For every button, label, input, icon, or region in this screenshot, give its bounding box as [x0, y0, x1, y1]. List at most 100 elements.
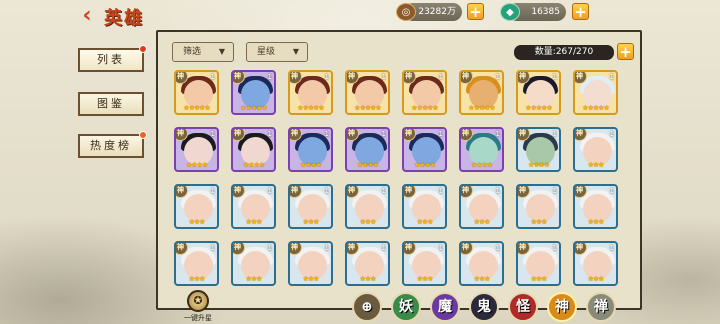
star-rating: ★★★★: [185, 161, 208, 169]
hero-card[interactable]: 神 1 ★★★★★: [402, 70, 447, 115]
hero-level: 1: [324, 130, 329, 138]
hero-card[interactable]: 神 1 ★★★: [288, 241, 333, 286]
hero-level: 1: [438, 187, 443, 195]
hero-card[interactable]: 神 1 ★★★: [459, 241, 504, 286]
filter-dropdown[interactable]: 筛选 ▼: [172, 42, 234, 62]
hero-card[interactable]: 神 1 ★★★: [402, 184, 447, 229]
race-tab-guai[interactable]: 怪: [508, 292, 538, 322]
flame-icon: [139, 131, 147, 139]
tab-list[interactable]: 列表: [78, 45, 147, 72]
hero-card[interactable]: 神 1 ★★★★: [459, 127, 504, 172]
hero-level: 1: [495, 244, 500, 252]
hero-level: 1: [438, 73, 443, 81]
tab-popularity[interactable]: 热度榜: [78, 131, 147, 158]
caret-down-icon: ▼: [292, 47, 299, 56]
filter-label: 筛选: [183, 47, 202, 57]
star-rating: ★★★: [416, 275, 434, 283]
hero-card[interactable]: 神 1 ★★★★: [174, 127, 219, 172]
coin-icon: ◎: [396, 3, 416, 21]
hero-card[interactable]: 神 1 ★★★: [573, 184, 618, 229]
star-rating: ★★★★★: [525, 104, 552, 112]
star-rating: ★★★: [359, 218, 377, 226]
hero-card[interactable]: 神 1 ★★★★: [345, 127, 390, 172]
hero-card[interactable]: 神 1 ★★★★: [288, 127, 333, 172]
all-races-icon: ⊕: [361, 299, 373, 315]
hero-card[interactable]: 神 1 ★★★★★: [231, 70, 276, 115]
hero-level: 1: [552, 187, 557, 195]
star-rating: ★★★: [473, 275, 491, 283]
hero-card[interactable]: 神 1 ★★★: [573, 127, 618, 172]
jade-icon: ◆: [500, 3, 520, 21]
star-rating: ★★★★★: [411, 104, 438, 112]
hero-card[interactable]: 神 1 ★★★: [459, 184, 504, 229]
hero-card[interactable]: 神 1 ★★★: [345, 241, 390, 286]
hero-card[interactable]: 神 1 ★★★: [573, 241, 618, 286]
hero-card[interactable]: 神 1 ★★★★★: [345, 70, 390, 115]
star-rating: ★★★: [530, 275, 548, 283]
race-tab-gui[interactable]: 鬼: [469, 292, 499, 322]
expand-capacity-button[interactable]: +: [617, 43, 634, 60]
star-rating: ★★★★: [242, 161, 265, 169]
hero-card[interactable]: 神 1 ★★★★★: [516, 70, 561, 115]
hero-card[interactable]: 神 1 ★★★★★: [459, 70, 504, 115]
hero-card[interactable]: 神 1 ★★★★: [516, 127, 561, 172]
upgrade-icon: ✪: [187, 290, 209, 312]
race-tab-all[interactable]: ⊕: [352, 292, 382, 322]
jade-amount: 16385: [531, 7, 560, 17]
one-click-upgrade-button[interactable]: ✪ 一键升星: [176, 290, 220, 323]
hero-panel: 筛选 ▼ 星级 ▼ 数量:267/270 + 神 1 ★★★★★ 神 1 ★★★…: [156, 30, 642, 310]
hero-card[interactable]: 神 1 ★★★: [174, 241, 219, 286]
star-rating: ★★★: [473, 218, 491, 226]
tab-list-notification-dot: [139, 45, 147, 53]
hero-level: 1: [267, 187, 272, 195]
race-tab-shen[interactable]: 神: [547, 292, 577, 322]
one-click-upgrade-label: 一键升星: [184, 314, 212, 322]
hero-card[interactable]: 神 1 ★★★: [231, 184, 276, 229]
hero-level: 1: [210, 73, 215, 81]
star-rating: ★★★★: [356, 161, 379, 169]
hero-level: 1: [609, 187, 614, 195]
hero-level: 1: [324, 244, 329, 252]
hero-card[interactable]: 神 1 ★★★★: [231, 127, 276, 172]
race-tab-mo[interactable]: 魔: [430, 292, 460, 322]
hero-level: 1: [381, 73, 386, 81]
hero-card[interactable]: 神 1 ★★★★: [402, 127, 447, 172]
hero-card[interactable]: 神 1 ★★★: [174, 184, 219, 229]
tab-codex-label: 图鉴: [97, 97, 125, 110]
hero-card[interactable]: 神 1 ★★★: [516, 184, 561, 229]
star-rating: ★★★★: [299, 161, 322, 169]
hero-card[interactable]: 神 1 ★★★★★: [288, 70, 333, 115]
sort-label: 星级: [257, 47, 276, 57]
race-tab-chan[interactable]: 禅: [586, 292, 616, 322]
star-rating: ★★★: [302, 218, 320, 226]
hero-level: 1: [495, 187, 500, 195]
hero-card[interactable]: 神 1 ★★★: [231, 241, 276, 286]
add-coins-button[interactable]: +: [467, 3, 484, 20]
hero-level: 1: [210, 244, 215, 252]
tab-popularity-label: 热度榜: [90, 139, 132, 152]
add-jade-button[interactable]: +: [572, 3, 589, 20]
hero-card[interactable]: 神 1 ★★★★★: [174, 70, 219, 115]
star-rating: ★★★: [302, 275, 320, 283]
race-tab-yao[interactable]: 妖: [391, 292, 421, 322]
hero-level: 1: [267, 130, 272, 138]
star-rating: ★★★: [188, 275, 206, 283]
hero-level: 1: [438, 244, 443, 252]
hero-level: 1: [495, 73, 500, 81]
hero-card[interactable]: 神 1 ★★★: [345, 184, 390, 229]
tab-codex[interactable]: 图鉴: [78, 92, 144, 116]
hero-level: 1: [381, 244, 386, 252]
hero-card[interactable]: 神 1 ★★★: [288, 184, 333, 229]
star-rating: ★★★★★: [240, 104, 267, 112]
hero-card[interactable]: 神 1 ★★★: [516, 241, 561, 286]
star-rating: ★★★: [359, 275, 377, 283]
sort-dropdown[interactable]: 星级 ▼: [246, 42, 308, 62]
star-rating: ★★★★: [413, 161, 436, 169]
page-title: 英雄: [104, 8, 144, 29]
hero-level: 1: [552, 244, 557, 252]
hero-card[interactable]: 神 1 ★★★: [402, 241, 447, 286]
back-button[interactable]: ‹: [76, 5, 98, 28]
hero-card[interactable]: 神 1 ★★★★★: [573, 70, 618, 115]
coin-amount: 23282万: [418, 7, 456, 17]
hero-level: 1: [438, 130, 443, 138]
